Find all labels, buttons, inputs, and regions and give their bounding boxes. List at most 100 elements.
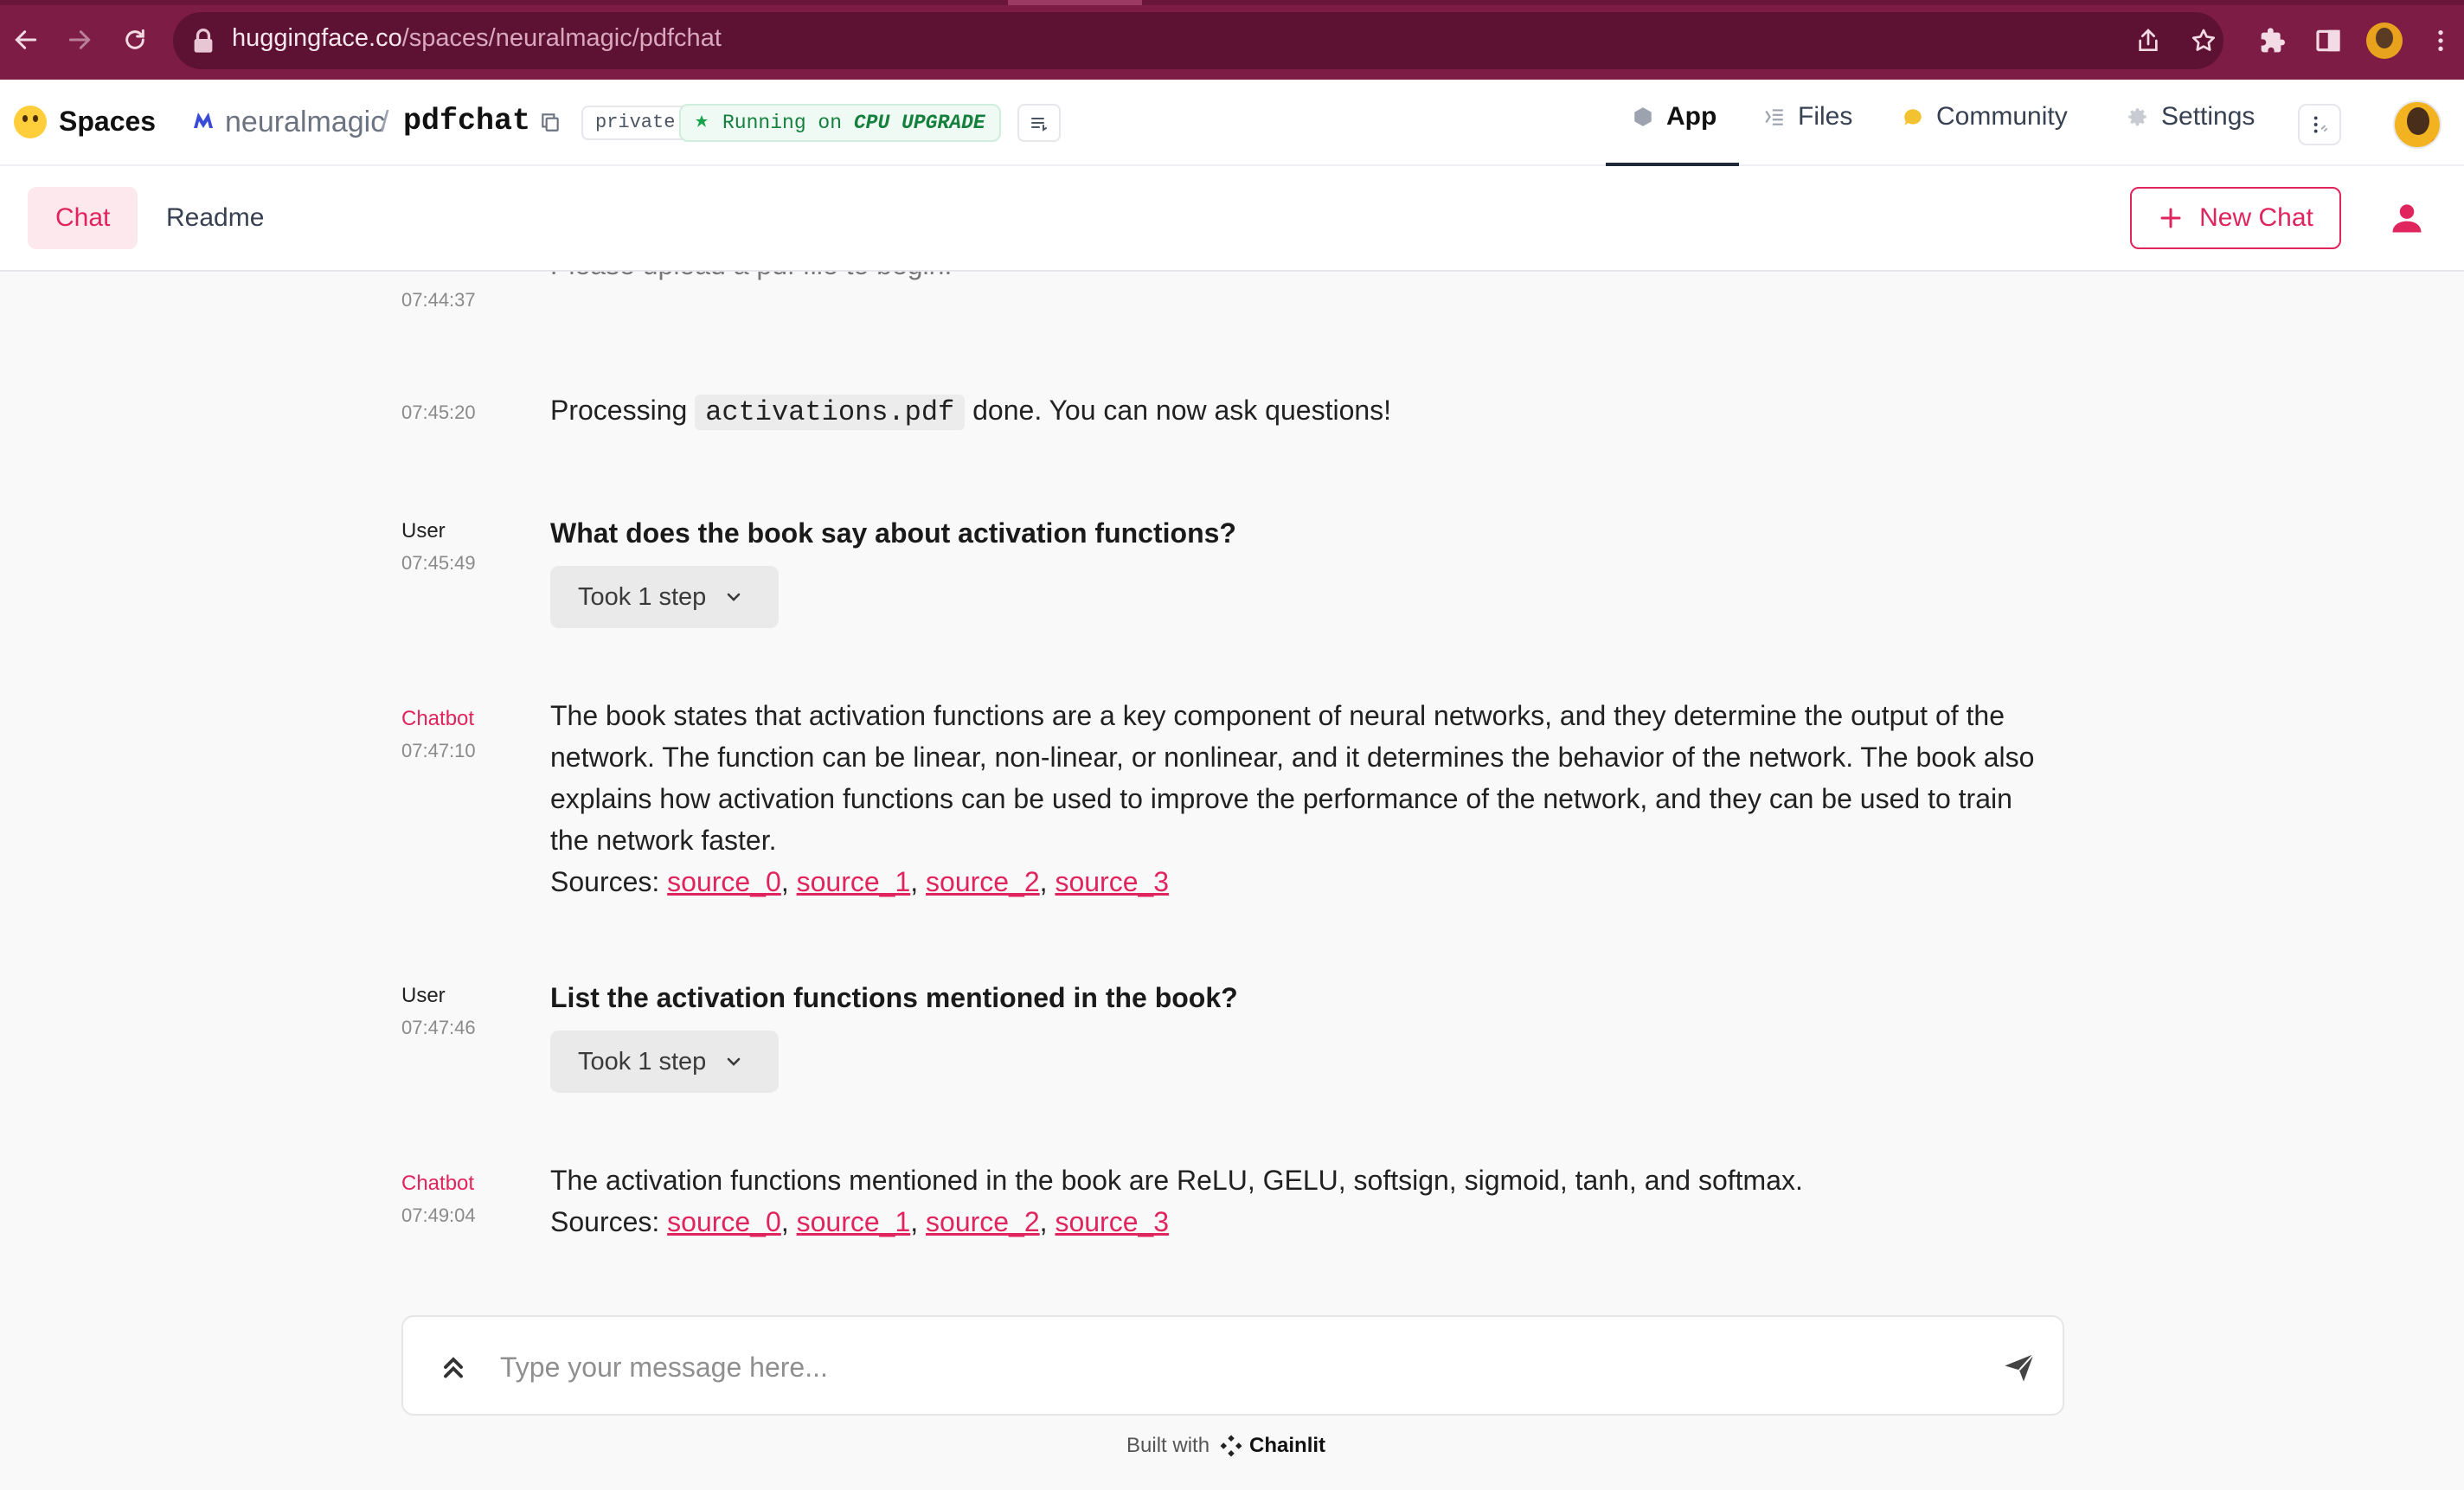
sources-line: Sources: source_0, source_1, source_2, s… — [550, 1206, 1170, 1237]
built-with-footer[interactable]: Built with Chainlit — [1126, 1433, 1325, 1459]
tab-app[interactable]: App — [1632, 102, 1716, 132]
source-link[interactable]: source_1 — [797, 866, 911, 897]
message-time: 07:47:10 — [401, 740, 476, 761]
running-status-badge[interactable]: Running on CPU UPGRADE — [679, 104, 1001, 142]
message-text: List the activation functions mentioned … — [550, 982, 1238, 1013]
logs-button[interactable] — [1017, 104, 1061, 142]
message-text: What does the book say about activation … — [550, 517, 1236, 549]
chainlit-brand: Chainlit — [1218, 1433, 1325, 1459]
message-text-after: done. You can now ask questions! — [972, 395, 1392, 426]
huggingface-logo-icon[interactable] — [14, 106, 47, 138]
step-toggle-button[interactable]: Took 1 step — [550, 1031, 779, 1093]
sources-line: Sources: source_0, source_1, source_2, s… — [550, 866, 1170, 897]
community-icon — [1904, 109, 1922, 125]
url-text[interactable]: huggingface.co/spaces/neuralmagic/pdfcha… — [232, 24, 722, 53]
account-icon[interactable] — [2388, 199, 2426, 237]
reload-icon[interactable] — [116, 21, 154, 59]
step-label: Took 1 step — [578, 582, 707, 611]
source-link[interactable]: source_1 — [797, 1206, 911, 1237]
path-separator: / — [381, 106, 389, 138]
chainlit-brand-label: Chainlit — [1249, 1434, 1326, 1457]
copy-icon[interactable] — [539, 111, 561, 133]
message-content: The activation functions mentioned in th… — [550, 1159, 2056, 1243]
message-input[interactable] — [500, 1343, 1936, 1391]
user-avatar[interactable] — [2393, 100, 2442, 149]
message-composer — [401, 1315, 2064, 1416]
source-link[interactable]: source_3 — [1055, 866, 1169, 897]
step-toggle-button[interactable]: Took 1 step — [550, 566, 779, 628]
lock-icon[interactable] — [192, 28, 215, 54]
message-text: The book states that activation function… — [550, 700, 2035, 856]
files-icon — [1765, 109, 1783, 125]
message-text: The activation functions mentioned in th… — [550, 1165, 1803, 1196]
expand-up-icon[interactable] — [438, 1352, 469, 1383]
message-content: The book states that activation function… — [550, 695, 2056, 902]
url-path: /spaces/neuralmagic/pdfchat — [401, 24, 722, 52]
org-logo-icon — [192, 111, 215, 130]
side-panel-icon[interactable] — [2312, 24, 2345, 57]
sources-label: Sources: — [550, 1206, 660, 1237]
step-label: Took 1 step — [578, 1047, 707, 1076]
message-text: Please upload a pdf file to begin! — [550, 272, 2056, 286]
browser-toolbar: huggingface.co/spaces/neuralmagic/pdfcha… — [0, 0, 2464, 80]
tab-community[interactable]: Community — [1902, 102, 2068, 132]
message-author: Chatbot — [401, 707, 475, 730]
more-icon — [2313, 116, 2328, 133]
cube-icon — [1634, 107, 1652, 126]
new-chat-button[interactable]: New Chat — [2130, 187, 2341, 249]
message-time: 07:45:20 — [401, 401, 476, 423]
runtime-icon — [696, 115, 708, 127]
message-author: Chatbot — [401, 1172, 475, 1195]
filename-code: activations.pdf — [695, 395, 966, 430]
message-time: 07:49:04 — [401, 1204, 476, 1226]
tab-app-label: App — [1666, 102, 1717, 131]
back-icon[interactable] — [7, 21, 45, 59]
tab-files[interactable]: Files — [1763, 102, 1852, 132]
status-hardware: CPU UPGRADE — [853, 112, 985, 134]
tab-settings-label: Settings — [2161, 102, 2255, 131]
source-link[interactable]: source_0 — [667, 1206, 781, 1237]
chat-messages: Please upload a pdf file to begin! 07:44… — [0, 272, 2464, 1307]
browser-menu-icon[interactable] — [2424, 24, 2457, 57]
repo-name-link[interactable]: pdfchat — [403, 104, 530, 138]
message-time: 07:44:37 — [401, 289, 476, 311]
org-link[interactable]: neuralmagic — [225, 106, 385, 139]
url-host: huggingface.co — [232, 24, 402, 52]
message-time: 07:47:46 — [401, 1017, 476, 1038]
share-icon[interactable] — [2132, 24, 2165, 57]
message-time: 07:45:49 — [401, 552, 476, 574]
tab-readme[interactable]: Readme — [138, 187, 292, 249]
send-icon[interactable] — [2002, 1350, 2037, 1384]
space-header: Spaces neuralmagic / pdfchat private Run… — [0, 80, 2464, 166]
chevron-down-icon — [728, 1057, 741, 1066]
browser-tab-strip — [0, 0, 2464, 5]
chainlit-header: Chat Readme New Chat — [0, 166, 2464, 272]
source-link[interactable]: source_0 — [667, 866, 781, 897]
extensions-icon[interactable] — [2256, 24, 2289, 57]
message-author: User — [401, 519, 446, 543]
chainlit-logo-icon — [1220, 1435, 1242, 1457]
chevron-down-icon — [728, 593, 741, 601]
new-chat-label: New Chat — [2199, 203, 2313, 232]
spaces-link[interactable]: Spaces — [59, 106, 156, 138]
source-link[interactable]: source_2 — [926, 1206, 1040, 1237]
plus-icon — [2160, 208, 2181, 228]
built-with-label: Built with — [1126, 1434, 1210, 1457]
forward-icon[interactable] — [61, 21, 99, 59]
bookmark-star-icon[interactable] — [2187, 24, 2220, 57]
sources-label: Sources: — [550, 866, 660, 897]
browser-tab-hint[interactable] — [1008, 0, 1142, 5]
source-link[interactable]: source_2 — [926, 866, 1040, 897]
tab-files-label: Files — [1798, 102, 1853, 131]
browser-profile-avatar[interactable] — [2366, 22, 2403, 59]
message-author: User — [401, 984, 446, 1007]
private-badge: private — [581, 106, 690, 140]
tab-settings[interactable]: Settings — [2127, 102, 2255, 132]
logs-icon — [1031, 118, 1047, 132]
message-text-before: Processing — [550, 395, 688, 426]
source-link[interactable]: source_3 — [1055, 1206, 1169, 1237]
tab-chat[interactable]: Chat — [28, 187, 138, 249]
gear-icon — [2128, 108, 2146, 126]
message-text: Processing activations.pdf done. You can… — [550, 389, 2056, 434]
more-options-button[interactable] — [2298, 104, 2341, 145]
